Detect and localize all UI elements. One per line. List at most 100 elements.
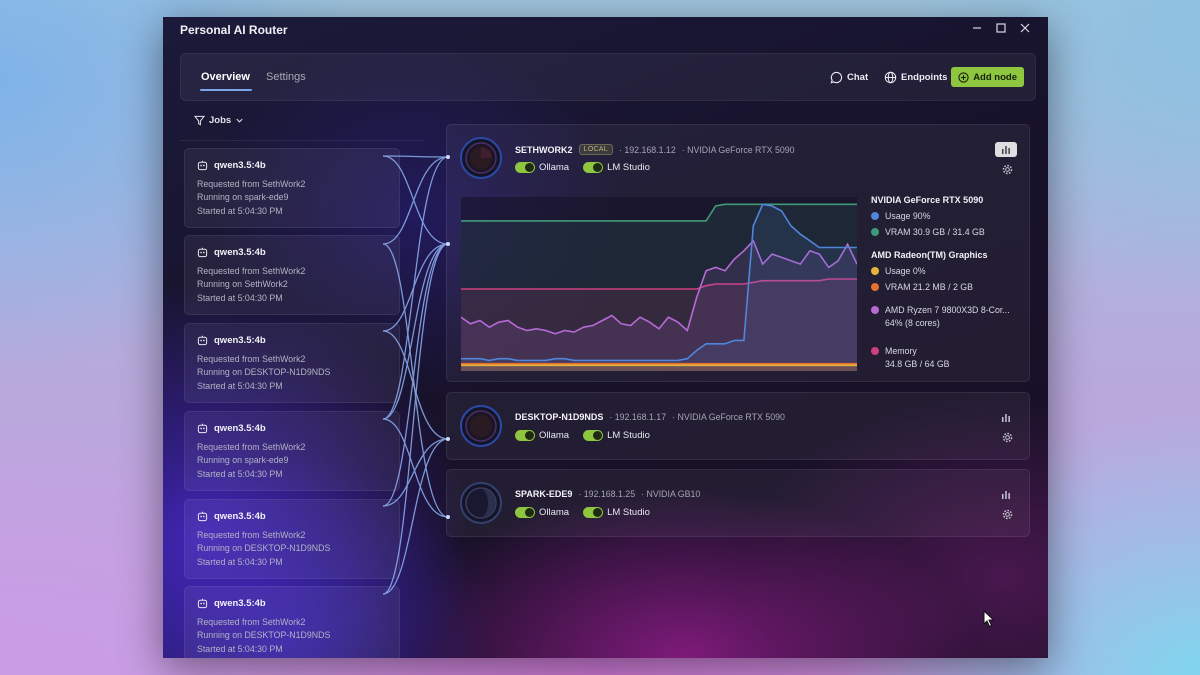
job-model-name: qwen3.5:4b <box>214 511 266 522</box>
legend-dot <box>871 228 879 236</box>
gear-icon[interactable] <box>1002 509 1013 520</box>
plus-circle-icon <box>958 71 969 83</box>
bar-chart-icon[interactable] <box>995 487 1017 502</box>
job-requested: Requested from SethWork2 <box>197 179 306 189</box>
job-card[interactable]: qwen3.5:4b Requested from SethWork2 Runnin… <box>184 586 400 658</box>
ollama-toggle[interactable]: Ollama <box>515 507 569 518</box>
series-area <box>461 365 857 371</box>
tab-settings[interactable]: Settings <box>266 54 306 100</box>
toggle-switch[interactable] <box>583 162 604 173</box>
job-started: Started at 5:04:30 PM <box>197 293 283 303</box>
job-started: Started at 5:04:30 PM <box>197 557 283 567</box>
toggle-switch[interactable] <box>583 430 604 441</box>
local-badge: LOCAL <box>578 144 613 155</box>
node-ip: · 192.168.1.17 <box>609 412 667 422</box>
service-label: LM Studio <box>607 430 650 441</box>
lmstudio-toggle[interactable]: LM Studio <box>583 507 650 518</box>
job-running: Running on DESKTOP-N1D9NDS <box>197 630 331 640</box>
chevron-down-icon <box>236 118 243 123</box>
close-icon[interactable] <box>1016 19 1034 37</box>
top-nav: Overview Settings Chat Endpoints Add nod… <box>180 53 1036 101</box>
node-status-ring-icon <box>460 482 502 524</box>
gear-icon[interactable] <box>1002 432 1013 443</box>
job-card[interactable]: qwen3.5:4b Requested from SethWork2 Runnin… <box>184 411 400 491</box>
job-card[interactable]: qwen3.5:4b Requested from SethWork2 Runnin… <box>184 148 400 228</box>
service-label: LM Studio <box>607 507 650 518</box>
bar-chart-icon[interactable] <box>995 410 1017 425</box>
add-node-label: Add node <box>973 71 1017 83</box>
gear-icon[interactable] <box>1002 164 1013 175</box>
job-started: Started at 5:04:30 PM <box>197 644 283 654</box>
lmstudio-toggle[interactable]: LM Studio <box>583 430 650 441</box>
job-model-name: qwen3.5:4b <box>214 423 266 434</box>
job-model-name: qwen3.5:4b <box>214 335 266 346</box>
node-status-ring-icon <box>460 405 502 447</box>
node-gpu: · NVIDIA GeForce RTX 5090 <box>681 144 795 155</box>
bar-chart-icon[interactable] <box>995 142 1017 157</box>
maximize-icon[interactable] <box>992 19 1010 37</box>
node-gpu: · NVIDIA GB10 <box>641 489 701 499</box>
service-toggles: Ollama LM Studio <box>515 507 650 518</box>
toggle-switch[interactable] <box>515 507 535 518</box>
job-model-name: qwen3.5:4b <box>214 160 266 171</box>
add-node-button[interactable]: Add node <box>951 67 1024 87</box>
node-status-ring-icon <box>460 137 502 179</box>
ollama-toggle[interactable]: Ollama <box>515 430 569 441</box>
job-running: Running on DESKTOP-N1D9NDS <box>197 367 331 377</box>
robot-icon <box>197 423 208 434</box>
job-model-name: qwen3.5:4b <box>214 598 266 609</box>
mouse-cursor-icon <box>983 610 995 628</box>
job-card[interactable]: qwen3.5:4b Requested from SethWork2 Runnin… <box>184 323 400 403</box>
tab-overview[interactable]: Overview <box>200 54 252 100</box>
service-toggles: Ollama LM Studio <box>515 162 650 173</box>
job-requested: Requested from SethWork2 <box>197 617 306 627</box>
legend-cpu-sub: 64% (8 cores) <box>885 318 940 328</box>
node-ip: · 192.168.1.12 <box>618 144 676 155</box>
legend-dot <box>871 267 879 275</box>
node-name: SPARK-EDE9 <box>515 489 573 499</box>
robot-icon <box>197 511 208 522</box>
service-toggles: Ollama LM Studio <box>515 430 650 441</box>
node-name: SETHWORK2 <box>515 144 573 155</box>
node-header: SETHWORK2 LOCAL · 192.168.1.12 · NVIDIA … <box>515 144 795 155</box>
toggle-switch[interactable] <box>515 430 535 441</box>
jobs-filter[interactable]: Jobs <box>194 115 244 126</box>
ollama-toggle[interactable]: Ollama <box>515 162 569 173</box>
lmstudio-toggle[interactable]: LM Studio <box>583 162 650 173</box>
app-title: Personal AI Router <box>180 23 288 37</box>
job-running: Running on spark-ede9 <box>197 455 289 465</box>
job-requested: Requested from SethWork2 <box>197 442 306 452</box>
toggle-switch[interactable] <box>583 507 604 518</box>
chat-label: Chat <box>847 71 869 83</box>
job-running: Running on SethWork2 <box>197 279 288 289</box>
job-model: qwen3.5:4b <box>197 598 266 609</box>
node-card-sethwork2: SETHWORK2 LOCAL · 192.168.1.12 · NVIDIA … <box>446 124 1030 382</box>
endpoints-button[interactable]: Endpoints <box>884 54 947 100</box>
service-label: LM Studio <box>607 162 650 173</box>
job-connection-lines <box>383 155 450 595</box>
globe-icon <box>884 71 897 83</box>
minimize-icon[interactable] <box>968 19 986 37</box>
job-running: Running on spark-ede9 <box>197 192 289 202</box>
robot-icon <box>197 247 208 258</box>
service-label: Ollama <box>539 507 570 518</box>
job-running: Running on DESKTOP-N1D9NDS <box>197 543 331 553</box>
filter-icon <box>194 115 205 126</box>
toggle-switch[interactable] <box>515 162 535 173</box>
node-gpu: · NVIDIA GeForce RTX 5090 <box>672 412 785 422</box>
window-controls <box>968 19 1034 37</box>
node-header: SPARK-EDE9 · 192.168.1.25 · NVIDIA GB10 <box>515 489 700 499</box>
legend-dot <box>871 306 879 314</box>
app-window: Personal AI Router Overview Settings Cha… <box>163 17 1048 658</box>
robot-icon <box>197 160 208 171</box>
legend-mem-title: Memory <box>885 346 917 356</box>
job-requested: Requested from SethWork2 <box>197 266 306 276</box>
chat-button[interactable]: Chat <box>830 54 868 100</box>
job-card[interactable]: qwen3.5:4b Requested from SethWork2 Runnin… <box>184 499 400 579</box>
legend-gpu2-title: AMD Radeon(TM) Graphics <box>871 250 988 260</box>
job-card[interactable]: qwen3.5:4b Requested from SethWork2 Runnin… <box>184 235 400 315</box>
legend-dot <box>871 347 879 355</box>
job-model: qwen3.5:4b <box>197 160 266 171</box>
legend-cpu-title: AMD Ryzen 7 9800X3D 8-Cor... <box>885 305 1010 315</box>
node-header: DESKTOP-N1D9NDS · 192.168.1.17 · NVIDIA … <box>515 412 785 422</box>
